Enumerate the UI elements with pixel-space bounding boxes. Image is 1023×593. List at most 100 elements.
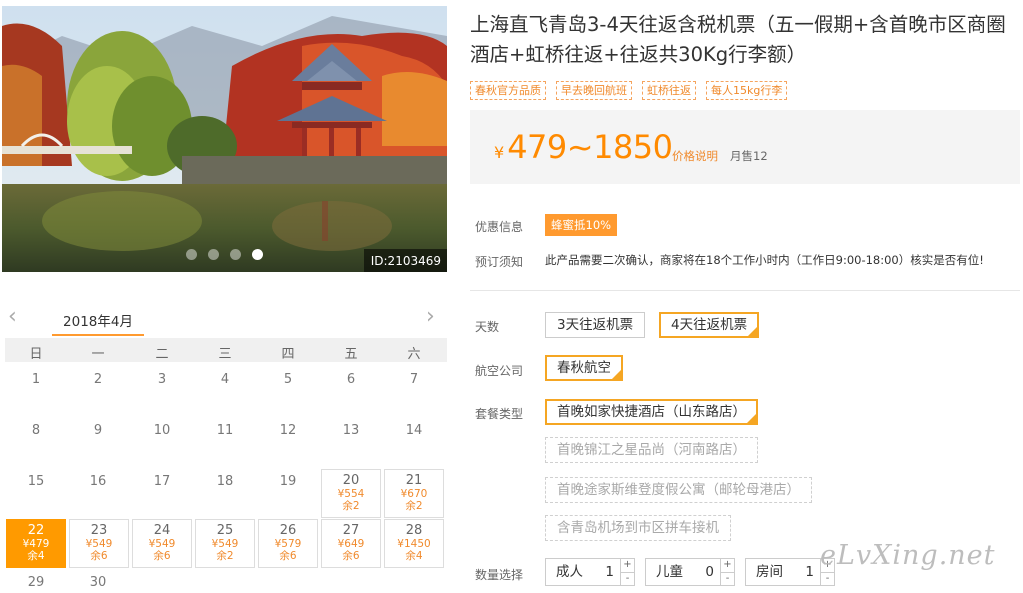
divider bbox=[470, 290, 1020, 291]
calendar-day: 1 bbox=[31, 372, 41, 387]
calendar-day: 8 bbox=[31, 423, 41, 438]
chevron-left-icon[interactable]: ‹ bbox=[8, 306, 17, 328]
adult-quantity-stepper[interactable]: 成人 1 + - bbox=[545, 558, 635, 586]
promo-badge: 蜂蜜抵10% bbox=[545, 214, 618, 236]
carousel-dot[interactable] bbox=[208, 249, 219, 260]
day-number: 23 bbox=[90, 523, 108, 538]
chevron-right-icon[interactable]: › bbox=[426, 306, 435, 328]
calendar-day: 14 bbox=[405, 423, 423, 438]
calendar-day-selected[interactable]: 22 ¥479 余4 bbox=[6, 519, 66, 568]
weekday-label: 二 bbox=[155, 347, 169, 362]
price-currency: ¥ bbox=[494, 143, 505, 162]
stepper-label: 儿童 bbox=[656, 564, 683, 580]
day-number: 28 bbox=[405, 523, 423, 538]
calendar-day: 18 bbox=[216, 474, 234, 489]
option-package-disabled: 含青岛机场到市区拼车接机 bbox=[545, 515, 731, 541]
calendar-day: 3 bbox=[157, 372, 167, 387]
calendar-day: 17 bbox=[153, 474, 171, 489]
day-number: 27 bbox=[342, 523, 360, 538]
calendar-day: 15 bbox=[27, 474, 45, 489]
option-3-days[interactable]: 3天往返机票 bbox=[545, 312, 646, 338]
calendar-day: 9 bbox=[93, 423, 103, 438]
day-price: ¥549 bbox=[211, 538, 239, 550]
weekday-label: 三 bbox=[218, 347, 232, 362]
carousel-dot-active[interactable] bbox=[252, 249, 263, 260]
calendar-day: 13 bbox=[342, 423, 360, 438]
option-4-days-selected[interactable]: 4天往返机票 bbox=[659, 312, 760, 338]
product-tag: 春秋官方品质 bbox=[470, 81, 546, 100]
day-stock: 余6 bbox=[342, 550, 360, 562]
day-stock: 余4 bbox=[27, 550, 45, 562]
calendar-month: 2018年4月 bbox=[63, 314, 133, 330]
child-quantity-stepper[interactable]: 儿童 0 + - bbox=[645, 558, 735, 586]
weekday-label: 六 bbox=[407, 347, 421, 362]
day-stock: 余6 bbox=[279, 550, 297, 562]
calendar-day-priced[interactable]: 23 ¥549 余6 bbox=[69, 519, 129, 568]
month-underline bbox=[52, 334, 144, 336]
stepper-label: 成人 bbox=[556, 564, 583, 580]
calendar-day: 29 bbox=[27, 575, 45, 590]
calendar-day: 7 bbox=[409, 372, 419, 387]
calendar-day: 5 bbox=[283, 372, 293, 387]
minus-button[interactable]: - bbox=[721, 573, 734, 586]
calendar-day-priced[interactable]: 27 ¥649 余6 bbox=[321, 519, 381, 568]
watermark: eLvXing.net bbox=[820, 540, 996, 571]
day-price: ¥549 bbox=[85, 538, 113, 550]
day-stock: 余2 bbox=[405, 500, 423, 512]
weekday-label: 日 bbox=[29, 347, 43, 362]
calendar-day-priced[interactable]: 21 ¥670 余2 bbox=[384, 469, 444, 518]
day-stock: 余2 bbox=[216, 550, 234, 562]
calendar-day-priced[interactable]: 28 ¥1450 余4 bbox=[384, 519, 444, 568]
product-tags: 春秋官方品质 早去晚回航班 虹桥往返 每人15kg行李 bbox=[470, 81, 788, 100]
airline-label: 航空公司 bbox=[475, 364, 524, 378]
product-title: 上海直飞青岛3-4天往返含税机票（五一假期+含首晚市区商圈酒店+虹桥往返+往返共… bbox=[470, 13, 1006, 66]
carousel-dots bbox=[186, 249, 263, 260]
day-stock: 余6 bbox=[90, 550, 108, 562]
day-price: ¥1450 bbox=[397, 538, 431, 550]
day-number: 22 bbox=[27, 523, 45, 538]
calendar-day: 12 bbox=[279, 423, 297, 438]
weekday-label: 四 bbox=[281, 347, 295, 362]
promo-label: 优惠信息 bbox=[475, 220, 524, 234]
calendar-day-priced[interactable]: 26 ¥579 余6 bbox=[258, 519, 318, 568]
product-tag: 每人15kg行李 bbox=[706, 81, 788, 100]
carousel-dot[interactable] bbox=[230, 249, 241, 260]
price-panel: ¥479~1850 价格说明 月售12 bbox=[470, 110, 1020, 184]
day-number: 20 bbox=[342, 473, 360, 488]
price-explanation-link[interactable]: 价格说明 bbox=[672, 148, 718, 164]
day-number: 24 bbox=[153, 523, 171, 538]
booking-notice: 此产品需要二次确认，商家将在18个工作小时内（工作日9:00-18:00）核实是… bbox=[545, 253, 984, 267]
carousel-dot[interactable] bbox=[186, 249, 197, 260]
day-price: ¥579 bbox=[274, 538, 302, 550]
calendar-day: 30 bbox=[89, 575, 107, 590]
stepper-value[interactable]: 0 bbox=[683, 559, 720, 585]
stepper-value[interactable]: 1 bbox=[583, 559, 620, 585]
calendar-day-priced[interactable]: 25 ¥549 余2 bbox=[195, 519, 255, 568]
notice-label: 预订须知 bbox=[475, 255, 524, 269]
days-label: 天数 bbox=[475, 320, 500, 334]
day-stock: 余4 bbox=[405, 550, 423, 562]
calendar-day: 6 bbox=[346, 372, 356, 387]
calendar-day: 10 bbox=[153, 423, 171, 438]
day-number: 25 bbox=[216, 523, 234, 538]
day-price: ¥549 bbox=[148, 538, 176, 550]
product-photo[interactable]: ID:2103469 bbox=[2, 6, 447, 272]
day-price: ¥649 bbox=[337, 538, 365, 550]
day-number: 26 bbox=[279, 523, 297, 538]
minus-button[interactable]: - bbox=[621, 573, 634, 586]
option-package-disabled: 首晚锦江之星品尚（河南路店） bbox=[545, 437, 758, 463]
weekday-label: 五 bbox=[344, 347, 358, 362]
day-number: 21 bbox=[405, 473, 423, 488]
calendar-day: 16 bbox=[89, 474, 107, 489]
plus-button[interactable]: + bbox=[721, 559, 734, 573]
stepper-value[interactable]: 1 bbox=[783, 559, 820, 585]
option-package-selected[interactable]: 首晚如家快捷酒店（山东路店） bbox=[545, 399, 758, 425]
option-airline-selected[interactable]: 春秋航空 bbox=[545, 355, 623, 381]
product-tag: 早去晚回航班 bbox=[556, 81, 632, 100]
plus-button[interactable]: + bbox=[621, 559, 634, 573]
calendar-day-priced[interactable]: 24 ¥549 余6 bbox=[132, 519, 192, 568]
day-stock: 余2 bbox=[342, 500, 360, 512]
minus-button[interactable]: - bbox=[821, 573, 834, 586]
calendar-day-priced[interactable]: 20 ¥554 余2 bbox=[321, 469, 381, 518]
photo-id-label: ID:2103469 bbox=[363, 249, 447, 272]
